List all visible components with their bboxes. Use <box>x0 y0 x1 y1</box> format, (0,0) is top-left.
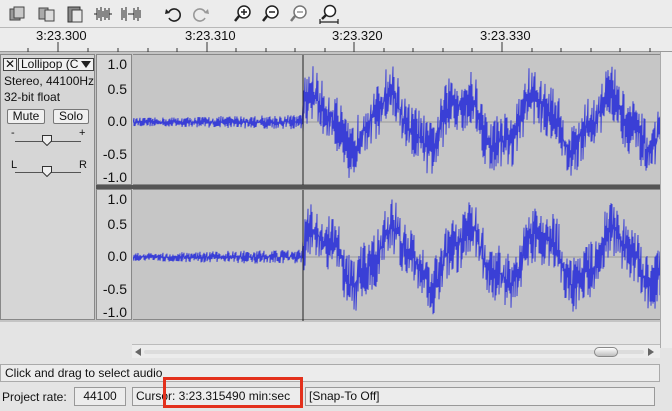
zoom-out-icon[interactable] <box>260 3 282 25</box>
amplitude-ruler-left: 1.0 0.5 0.0 -0.5 -1.0 <box>96 54 132 185</box>
amplitude-ruler-right: 1.0 0.5 0.0 -0.5 -1.0 <box>96 189 132 320</box>
close-track-button[interactable]: ✕ <box>3 58 17 71</box>
amp-label: -1.0 <box>102 304 127 320</box>
horizontal-scrollbar[interactable] <box>132 344 660 358</box>
scroll-thumb[interactable] <box>594 347 618 357</box>
waveform-right-svg <box>133 190 660 321</box>
status-message: Click and drag to select audio <box>0 364 660 382</box>
amp-label: 1.0 <box>107 191 127 207</box>
ruler-label: 3:23.310 <box>185 28 236 43</box>
project-rate-field[interactable]: 44100 <box>74 387 126 406</box>
zoom-in-icon[interactable] <box>232 3 254 25</box>
amp-label: 1.0 <box>107 56 127 72</box>
waveform-channel-right[interactable] <box>133 189 660 321</box>
gain-plus-label: + <box>79 127 86 139</box>
amp-label: -0.5 <box>102 146 127 162</box>
track-name: Lollipop (C <box>21 58 79 71</box>
vertical-scroll-strip[interactable] <box>660 52 672 348</box>
project-rate-label: Project rate: <box>2 390 67 404</box>
ruler-label: 3:23.300 <box>36 28 87 43</box>
waveform-left-svg <box>133 55 660 186</box>
pan-left-label: L <box>11 159 18 171</box>
track-area: ✕ Lollipop (C Stereo, 44100Hz 32-bit flo… <box>0 52 660 322</box>
amp-label: -1.0 <box>102 169 127 185</box>
gain-slider-thumb[interactable] <box>42 135 52 146</box>
amp-label: 0.5 <box>107 216 127 232</box>
fit-selection-icon[interactable] <box>288 3 310 25</box>
gain-minus-label: - <box>11 127 15 139</box>
pan-slider-thumb[interactable] <box>42 166 52 177</box>
scroll-left-icon[interactable] <box>135 348 141 356</box>
amp-label: 0.0 <box>107 113 127 129</box>
timeline-ruler[interactable]: 3:23.300 3:23.310 3:23.320 3:23.330 <box>0 28 672 52</box>
amp-label: -0.5 <box>102 281 127 297</box>
mute-button[interactable]: Mute <box>7 109 45 124</box>
undo-icon[interactable] <box>162 3 184 25</box>
track-control-panel: ✕ Lollipop (C Stereo, 44100Hz 32-bit flo… <box>0 54 95 320</box>
ruler-label: 3:23.330 <box>480 28 531 43</box>
amp-label: 0.0 <box>107 248 127 264</box>
track-format: Stereo, 44100Hz <box>4 74 95 88</box>
edit-toolbar <box>0 0 672 28</box>
paste-icon[interactable] <box>64 3 86 25</box>
solo-button[interactable]: Solo <box>53 109 89 124</box>
pan-right-label: R <box>79 159 87 171</box>
trim-icon[interactable] <box>92 3 114 25</box>
ruler-label: 3:23.320 <box>332 28 383 43</box>
highlight-box <box>163 377 303 408</box>
left-gap <box>0 322 132 358</box>
track-name-menu[interactable]: Lollipop (C <box>18 58 94 71</box>
channel-divider <box>96 185 660 189</box>
amp-label: 0.5 <box>107 81 127 97</box>
cut-icon[interactable] <box>6 3 28 25</box>
fit-project-icon[interactable] <box>318 3 340 25</box>
bottom-bar: Project rate: 44100 Cursor: 3:23.315490 … <box>0 384 672 411</box>
silence-icon[interactable] <box>120 3 142 25</box>
snap-to-status[interactable]: [Snap-To Off] <box>305 387 655 406</box>
track-bit-depth: 32-bit float <box>4 90 61 104</box>
scroll-track <box>144 350 644 354</box>
copy-icon[interactable] <box>36 3 58 25</box>
scroll-right-icon[interactable] <box>648 348 654 356</box>
redo-icon[interactable] <box>190 3 212 25</box>
dropdown-arrow-icon <box>81 61 91 68</box>
waveform-channel-left[interactable] <box>133 54 660 186</box>
